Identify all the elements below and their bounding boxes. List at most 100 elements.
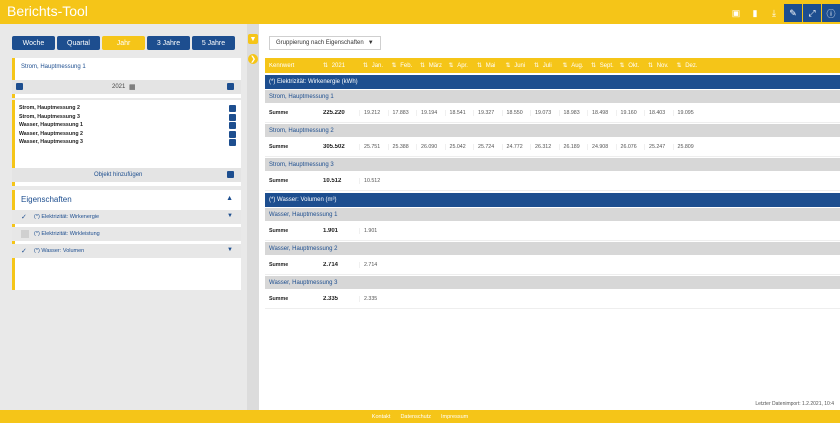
remove-object-button[interactable]: [229, 113, 236, 121]
properties-card: Eigenschaften ▲ ✓ (*) Elektrizität: Wirk…: [12, 190, 241, 290]
download-icon[interactable]: ⤓: [765, 4, 783, 22]
bookmark-icon[interactable]: ▮: [746, 4, 764, 22]
object-header[interactable]: Strom, Hauptmessung 1: [265, 90, 840, 103]
chevron-down-icon[interactable]: ▼: [227, 213, 233, 219]
sort-icon[interactable]: ⇅: [534, 63, 541, 69]
month-cell: 26.076: [615, 143, 645, 150]
property-item[interactable]: ✓ (*) Elektrizität: Wirkenergie ▼: [12, 210, 241, 224]
column-header[interactable]: ⇅ Aug.: [559, 62, 588, 69]
sort-icon[interactable]: ⇅: [591, 63, 598, 69]
month-cell: 24.908: [587, 143, 616, 150]
object-header[interactable]: Wasser, Hauptmessung 2: [265, 242, 840, 255]
grouping-dropdown[interactable]: Gruppierung nach Eigenschaften ▼: [269, 36, 381, 50]
period-tab-jahr[interactable]: Jahr: [102, 36, 145, 50]
table-row: Summe 10.512 10.512: [265, 171, 840, 191]
expand-icon[interactable]: ⤢: [803, 4, 821, 22]
sort-icon[interactable]: ⇅: [506, 63, 513, 69]
table-row: Summe 305.502 25.751 25.388 26.090 25.042 25.7…: [265, 137, 840, 157]
column-header-label: Nov.: [656, 63, 669, 69]
column-header[interactable]: ⇅ 2021: [319, 62, 359, 69]
column-header[interactable]: Kennwert: [265, 63, 319, 69]
section-header[interactable]: (*) Wasser: Volumen (m³): [265, 193, 840, 207]
month-cell: 17.883: [387, 109, 417, 116]
chevron-down-icon[interactable]: ▼: [227, 247, 233, 253]
sort-icon[interactable]: ⇅: [620, 63, 627, 69]
prev-year-button[interactable]: [16, 83, 23, 90]
object-header[interactable]: Wasser, Hauptmessung 1: [265, 208, 840, 221]
property-item[interactable]: (*) Elektrizität: Wirkleistung: [12, 227, 241, 241]
period-tab-woche[interactable]: Woche: [12, 36, 55, 50]
month-cell: 10.512: [359, 177, 388, 184]
checkbox-checked-icon[interactable]: ✓: [21, 213, 29, 221]
edit-icon[interactable]: ✎: [784, 4, 802, 22]
bin-icon[interactable]: ▣: [727, 4, 745, 22]
remove-object-button[interactable]: [229, 139, 236, 146]
period-tab-quartal[interactable]: Quartal: [57, 36, 100, 50]
checkbox-checked-icon[interactable]: ✓: [21, 247, 29, 255]
sort-icon[interactable]: ⇅: [392, 63, 399, 69]
column-header[interactable]: ⇅ Sept.: [587, 62, 616, 69]
remove-object-button[interactable]: [229, 105, 236, 112]
column-header[interactable]: ⇅ Nov.: [644, 62, 673, 69]
next-year-button[interactable]: [227, 83, 234, 90]
column-header-label: Mai: [485, 63, 496, 69]
month-cell: 18.498: [587, 109, 616, 116]
calendar-icon[interactable]: ▦: [129, 83, 136, 91]
row-label: Summe: [269, 177, 289, 184]
month-cell: 2.335: [359, 295, 388, 302]
column-header-label: Sept.: [599, 63, 614, 69]
month-cell: 19.095: [672, 109, 702, 116]
footer-link-impressum[interactable]: Impressum: [441, 414, 468, 420]
month-cell: 19.327: [473, 109, 502, 116]
info-icon[interactable]: ⓘ: [822, 4, 840, 22]
filter-icon[interactable]: ▼: [248, 34, 258, 44]
sort-icon[interactable]: ⇅: [677, 63, 684, 69]
add-object-button[interactable]: [227, 171, 234, 178]
section-header[interactable]: (*) Elektrizität: Wirkenergie (kWh): [265, 75, 840, 89]
column-header[interactable]: ⇅ Juli: [530, 62, 559, 69]
column-header[interactable]: ⇅ Dez.: [673, 62, 702, 69]
property-label: (*) Wasser: Volumen: [34, 248, 85, 254]
month-cell: 1.901: [359, 227, 388, 234]
sort-icon[interactable]: ⇅: [420, 63, 427, 69]
sort-icon[interactable]: ⇅: [323, 63, 330, 69]
sort-icon[interactable]: ⇅: [477, 63, 484, 69]
period-tab-5-jahre[interactable]: 5 Jahre: [192, 36, 235, 50]
column-header[interactable]: ⇅ März: [416, 62, 445, 69]
column-header[interactable]: ⇅ Jan.: [359, 62, 388, 69]
toolbar: ▣ ▮ ⤓ ✎ ⤢ ⓘ: [727, 4, 840, 22]
add-object-bar[interactable]: Objekt hinzufügen: [12, 168, 241, 182]
add-object-label[interactable]: Objekt hinzufügen: [94, 172, 142, 178]
sort-icon[interactable]: ⇅: [363, 63, 370, 69]
sort-icon[interactable]: ⇅: [648, 63, 655, 69]
last-import-status: Letzter Datenimport: 1.2.2021, 10:4: [755, 401, 834, 407]
column-header-label: Okt.: [628, 63, 640, 69]
object-header[interactable]: Strom, Hauptmessung 3: [265, 158, 840, 171]
object-header[interactable]: Strom, Hauptmessung 2: [265, 124, 840, 137]
column-header-label: Juni: [514, 63, 526, 69]
main-panel: Gruppierung nach Eigenschaften ▼ Kennwer…: [259, 24, 840, 410]
column-header[interactable]: ⇅ Mai: [473, 62, 502, 69]
app-title: Berichts-Tool: [7, 3, 88, 19]
column-header[interactable]: ⇅ Okt.: [616, 62, 645, 69]
period-tab-3-jahre[interactable]: 3 Jahre: [147, 36, 190, 50]
remove-object-button[interactable]: [229, 130, 236, 138]
column-header[interactable]: ⇅ Feb.: [388, 62, 417, 69]
column-header[interactable]: ⇅ Juni: [502, 62, 531, 69]
footer-link-kontakt[interactable]: Kontakt: [372, 414, 391, 420]
collapse-icon[interactable]: ▲: [226, 195, 233, 202]
object-header[interactable]: Wasser, Hauptmessung 3: [265, 276, 840, 289]
column-header-label: Feb.: [400, 63, 413, 69]
list-item: Wasser, Hauptmessung 3: [19, 139, 239, 147]
footer-link-datenschutz[interactable]: Datenschutz: [400, 414, 431, 420]
list-item: Strom, Hauptmessung 3: [19, 113, 239, 122]
column-header-label: Juli: [542, 63, 552, 69]
column-header[interactable]: ⇅ Apr.: [445, 62, 474, 69]
remove-object-button[interactable]: [229, 122, 236, 129]
sort-icon[interactable]: ⇅: [563, 63, 570, 69]
sort-icon[interactable]: ⇅: [449, 63, 456, 69]
checkbox-unchecked-icon[interactable]: [21, 230, 29, 238]
collapse-panel-icon[interactable]: ❯: [248, 54, 258, 64]
panel-divider[interactable]: ▼ ❯: [247, 24, 259, 410]
property-item[interactable]: ✓ (*) Wasser: Volumen ▼: [12, 244, 241, 258]
